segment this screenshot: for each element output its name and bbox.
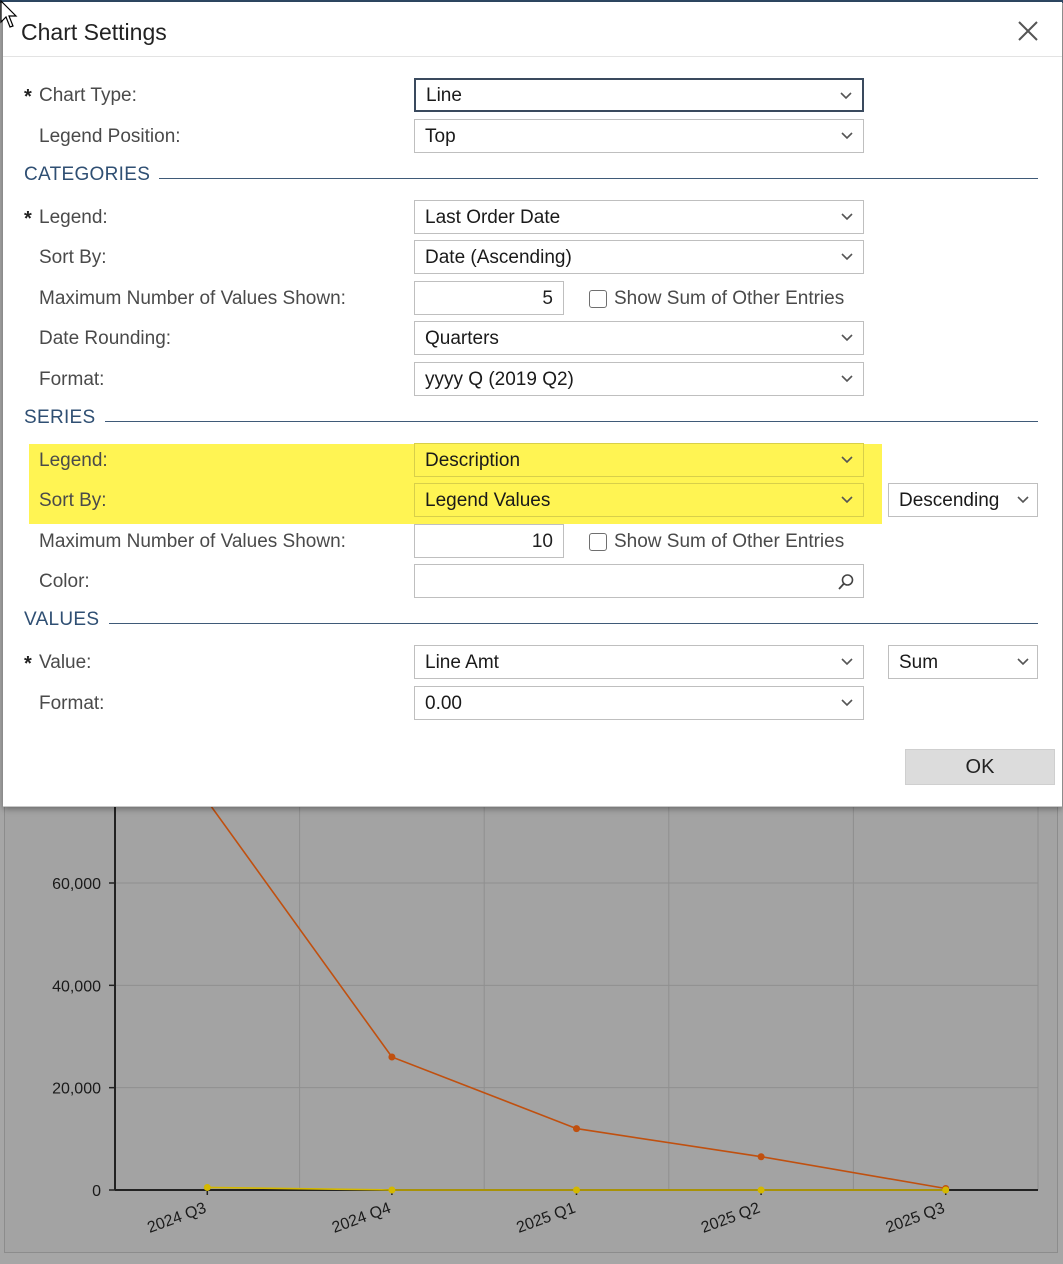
chevron-down-icon: [841, 699, 853, 707]
chart-area: 0 20,000 40,000 60,000 2024 Q3 2024 Q4 2025 Q1…: [4, 806, 1058, 1253]
line-chart: 0 20,000 40,000 60,000 2024 Q3 2024 Q4 2025 Q1…: [52, 806, 1039, 1237]
categories-legend-label: Legend:: [39, 207, 108, 228]
series-sort-value: Legend Values: [425, 490, 551, 511]
value-select[interactable]: Line Amt: [414, 645, 864, 679]
chevron-down-icon: [841, 213, 853, 221]
y-tick-label: 0: [92, 1183, 101, 1200]
categories-legend-value: Last Order Date: [425, 207, 561, 228]
date-rounding-value: Quarters: [425, 328, 499, 349]
categories-sort-value: Date (Ascending): [425, 247, 572, 268]
series-show-sum-checkbox[interactable]: [589, 533, 607, 551]
section-divider: [109, 623, 1038, 624]
series-sort-direction-value: Descending: [899, 490, 1000, 511]
section-divider: [159, 178, 1038, 179]
values-format-select[interactable]: 0.00: [414, 686, 864, 720]
series-show-sum-label: Show Sum of Other Entries: [614, 531, 845, 552]
series-max-values-input[interactable]: 10: [414, 524, 564, 558]
chevron-down-icon: [1017, 496, 1029, 504]
chevron-down-icon: [841, 658, 853, 666]
values-format-value: 0.00: [425, 693, 462, 714]
chevron-down-icon: [841, 132, 853, 140]
chart-type-value: Line: [426, 85, 462, 106]
series-max-values-label: Maximum Number of Values Shown:: [39, 531, 346, 552]
y-tick-label: 40,000: [52, 978, 101, 995]
series-sort-direction-select[interactable]: Descending: [888, 483, 1038, 517]
chevron-down-icon: [841, 253, 853, 261]
x-tick-label: 2025 Q1: [514, 1200, 578, 1237]
chevron-down-icon: [841, 334, 853, 342]
categories-legend-select[interactable]: Last Order Date: [414, 200, 864, 234]
categories-max-values-label: Maximum Number of Values Shown:: [39, 288, 346, 309]
categories-section-title: CATEGORIES: [24, 164, 151, 185]
chevron-down-icon: [841, 375, 853, 383]
data-point: [388, 1053, 396, 1061]
chart-settings-dialog: Chart Settings * Chart Type: Line Legend…: [3, 2, 1062, 807]
chevron-down-icon: [841, 496, 853, 504]
x-tick-label: 2025 Q2: [699, 1200, 763, 1237]
x-tick-label: 2024 Q3: [145, 1200, 209, 1237]
color-label: Color:: [39, 571, 90, 592]
chevron-down-icon: [1017, 658, 1029, 666]
legend-position-label: Legend Position:: [39, 126, 181, 147]
section-divider: [105, 421, 1038, 422]
chevron-down-icon: [841, 456, 853, 464]
chart-type-select[interactable]: Line: [414, 78, 864, 112]
series-sort-select[interactable]: Legend Values: [414, 483, 864, 517]
x-tick-label: 2025 Q3: [884, 1200, 948, 1237]
data-point: [573, 1186, 580, 1194]
legend-position-select[interactable]: Top: [414, 119, 864, 153]
data-point: [942, 1186, 950, 1194]
close-icon[interactable]: [1015, 18, 1041, 44]
chart-type-label: Chart Type:: [39, 85, 137, 106]
mouse-pointer-icon: [0, 0, 18, 28]
data-point: [388, 1186, 396, 1194]
series-sort-label: Sort By:: [39, 490, 107, 511]
aggregate-select[interactable]: Sum: [888, 645, 1038, 679]
value-label: Value:: [39, 652, 92, 673]
categories-show-sum-label: Show Sum of Other Entries: [614, 288, 845, 309]
required-marker: *: [24, 208, 32, 230]
series-legend-label: Legend:: [39, 450, 108, 471]
chevron-down-icon: [840, 92, 852, 100]
data-point: [757, 1153, 765, 1161]
color-input[interactable]: [414, 564, 864, 598]
categories-sort-label: Sort By:: [39, 247, 107, 268]
categories-max-values-value: 5: [542, 288, 553, 309]
data-point: [203, 1183, 211, 1191]
required-marker: *: [24, 653, 32, 675]
data-point: [573, 1125, 580, 1133]
series-section-title: SERIES: [24, 407, 96, 428]
values-format-label: Format:: [39, 693, 105, 714]
y-tick-label: 20,000: [52, 1081, 101, 1098]
series-legend-select[interactable]: Description: [414, 443, 864, 477]
categories-sort-select[interactable]: Date (Ascending): [414, 240, 864, 274]
dialog-title: Chart Settings: [21, 19, 167, 45]
categories-format-value: yyyy Q (2019 Q2): [425, 369, 574, 390]
value-value: Line Amt: [425, 652, 499, 673]
date-rounding-label: Date Rounding:: [39, 328, 172, 349]
aggregate-value: Sum: [899, 652, 939, 673]
ok-button[interactable]: OK: [905, 749, 1055, 785]
y-tick-label: 60,000: [52, 876, 101, 893]
categories-show-sum-checkbox[interactable]: [589, 290, 607, 308]
series-max-values-value: 10: [531, 531, 553, 552]
values-section-title: VALUES: [24, 609, 100, 630]
x-tick-label: 2024 Q4: [330, 1200, 394, 1237]
dialog-header: Chart Settings: [3, 2, 1062, 57]
search-icon[interactable]: [837, 573, 855, 591]
series-legend-value: Description: [425, 450, 521, 471]
legend-position-value: Top: [425, 126, 456, 147]
categories-format-select[interactable]: yyyy Q (2019 Q2): [414, 362, 864, 396]
date-rounding-select[interactable]: Quarters: [414, 321, 864, 355]
categories-format-label: Format:: [39, 369, 105, 390]
data-point: [757, 1186, 765, 1194]
categories-max-values-input[interactable]: 5: [414, 281, 564, 315]
required-marker: *: [24, 86, 32, 108]
